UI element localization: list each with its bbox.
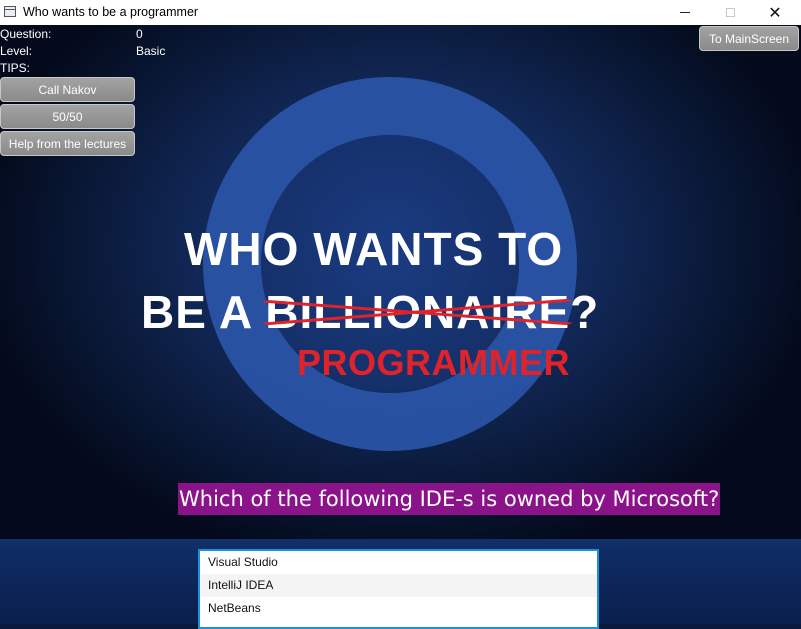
close-icon: ✕: [768, 2, 782, 22]
question-number-value: 0: [136, 27, 143, 41]
fifty-fifty-button[interactable]: 50/50: [0, 104, 135, 129]
level-label: Level:: [0, 44, 33, 58]
strike-through-mark: [262, 298, 574, 326]
answer-option[interactable]: IntelliJ IDEA: [200, 574, 597, 597]
logo-line-2-suffix: ?: [570, 286, 600, 338]
logo-line-2-prefix: BE A: [141, 286, 266, 338]
question-number-label: Question:: [0, 27, 52, 41]
maximize-button[interactable]: [707, 0, 753, 25]
logo-line-2: BE A BILLIONAIRE?: [141, 285, 599, 339]
answers-list[interactable]: Visual Studio IntelliJ IDEA NetBeans: [198, 549, 599, 629]
help-from-lectures-button[interactable]: Help from the lectures: [0, 131, 135, 156]
close-button[interactable]: ✕: [752, 0, 798, 25]
question-text: Which of the following IDE-s is owned by…: [178, 483, 721, 515]
to-main-screen-button[interactable]: To MainScreen: [699, 26, 799, 51]
tips-label: TIPS:: [0, 61, 31, 75]
answer-option[interactable]: NetBeans: [200, 597, 597, 620]
maximize-icon: [725, 8, 735, 17]
logo-line-1: WHO WANTS TO: [184, 223, 564, 275]
logo-replacement-word: PROGRAMMER: [297, 342, 570, 383]
level-value: Basic: [136, 44, 166, 58]
minimize-icon: [680, 12, 690, 13]
minimize-button[interactable]: [662, 0, 708, 25]
title-bar: Who wants to be a programmer ✕: [0, 0, 801, 26]
call-nakov-button[interactable]: Call Nakov: [0, 77, 135, 102]
logo-struck-word: BILLIONAIRE: [262, 285, 574, 339]
window-title: Who wants to be a programmer: [23, 5, 199, 19]
app-window-icon: [4, 6, 16, 17]
answer-option[interactable]: Visual Studio: [200, 551, 597, 574]
